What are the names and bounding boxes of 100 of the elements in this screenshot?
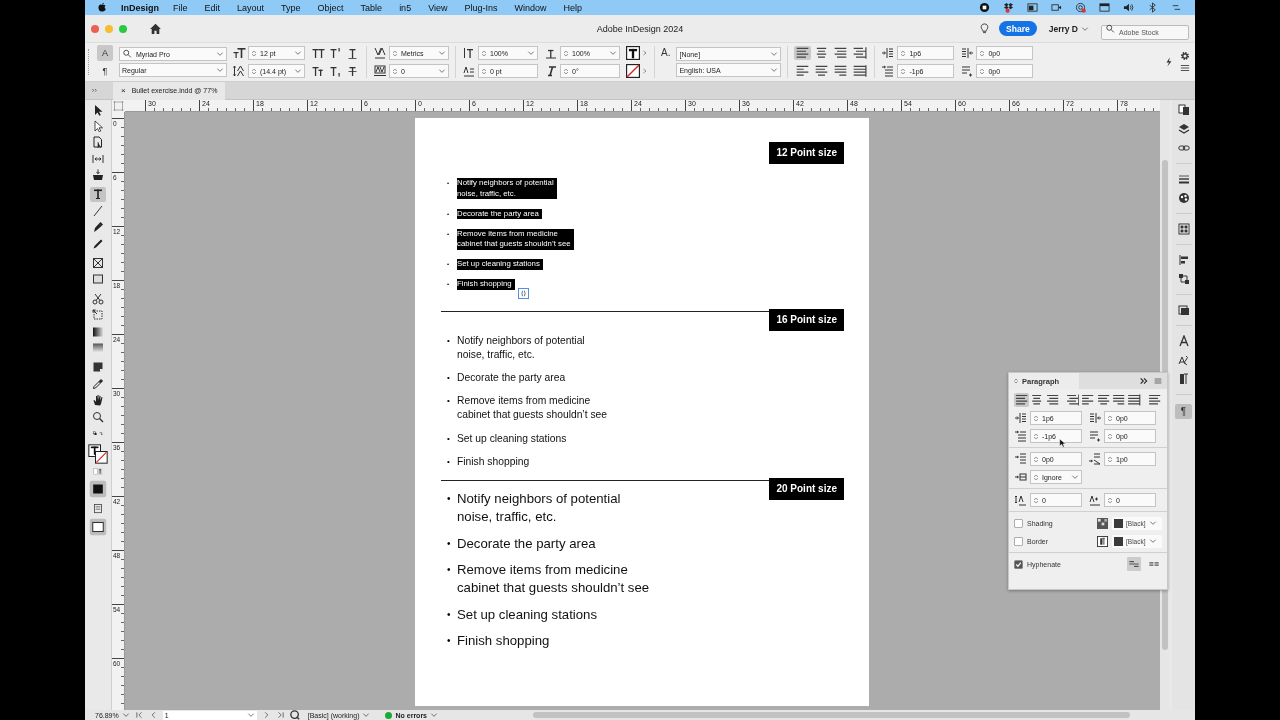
menu-item[interactable]: Plug-Ins [464,2,498,13]
pages-icon[interactable] [1177,104,1190,116]
bullet-item: Set up cleaning stations [457,431,567,446]
horizontal-scale-icon [544,47,558,59]
bullet: • [447,634,452,648]
align-left-icon[interactable] [794,46,812,60]
menu-item[interactable]: Window [514,2,547,13]
strikethrough-icon[interactable] [346,65,359,77]
all-caps-icon[interactable] [312,47,325,59]
tool-button[interactable] [90,255,106,271]
checkbox[interactable] [1014,518,1023,528]
hand-icon [92,394,104,407]
tool-button[interactable] [90,376,106,392]
text-fill-icon[interactable] [626,46,640,60]
fill-stroke-icon[interactable] [86,444,110,465]
app-menu[interactable]: InDesign [121,2,159,13]
paragraph-styles-icon[interactable] [1177,373,1190,385]
note-icon [92,361,104,374]
more-icon[interactable] [642,67,648,75]
logo-icon[interactable] [97,2,107,13]
pen-icon [92,221,104,234]
small-caps-icon[interactable] [312,65,325,77]
character-icon[interactable] [1177,335,1190,347]
checkbox[interactable] [1014,559,1023,569]
bullet: • [447,395,451,408]
menu-icon[interactable] [1180,63,1190,73]
first-page-icon[interactable] [134,711,144,719]
menu-item[interactable]: Table [360,2,383,13]
box-stack-icon[interactable] [1003,2,1014,13]
align-right-icon[interactable] [1044,393,1060,407]
lightbulb-icon[interactable] [979,22,991,35]
eyedropper-icon [92,377,104,390]
bullet: • [447,607,452,622]
menu-item[interactable]: in5 [399,2,412,13]
tool-button[interactable] [90,409,106,425]
window-icon[interactable] [1099,2,1110,13]
justify-all-icon[interactable] [851,64,869,78]
character-mode-button[interactable]: A [97,45,113,61]
record-icon[interactable] [979,2,990,13]
first-line-indent-icon [881,65,896,77]
ruler-corner-icon[interactable] [112,100,125,112]
align-away-icon[interactable] [1146,393,1162,407]
align-left-icon[interactable] [1014,393,1030,407]
stroke-icon[interactable] [1177,173,1190,185]
paragraph-panel-button[interactable]: ¶ [1175,404,1192,419]
shading-swatch-icon[interactable] [1097,517,1108,529]
cloud-icon[interactable] [1075,2,1086,13]
font-size-icon [233,47,246,59]
align-spine-icon[interactable] [1065,393,1081,407]
links-icon[interactable] [1177,142,1190,154]
volume-icon[interactable] [1123,2,1134,13]
user-menu[interactable]: Jerry D [1048,23,1089,34]
bluetooth-icon[interactable] [1147,2,1158,13]
border-swatch-icon[interactable] [1097,535,1108,547]
profile-icon[interactable] [289,710,300,720]
justify-left-icon[interactable] [1080,393,1096,407]
no-stroke-icon[interactable] [626,64,640,78]
checkbox[interactable] [1014,536,1023,546]
menu-item[interactable]: Edit [204,2,221,13]
character-styles-icon[interactable] [1177,354,1190,366]
menu-item[interactable]: Type [281,2,301,13]
tool-button[interactable] [90,167,106,183]
subscript-icon[interactable] [329,65,342,77]
size-heading: 16 Point size [769,308,844,331]
close-tab-button[interactable]: × [121,86,126,95]
justify-center-icon[interactable] [1095,393,1111,407]
tool-button[interactable] [90,291,106,307]
align-spine-icon[interactable] [851,46,869,60]
more-icon[interactable] [642,49,648,57]
zoom-icon [92,410,104,423]
space-after-icon [1088,453,1102,465]
align-objects-icon[interactable] [1177,254,1190,266]
menu-item[interactable]: Object [317,2,344,13]
collapse-icon[interactable] [1139,377,1149,385]
menu-item[interactable]: File [173,2,188,13]
close-button[interactable] [91,24,99,33]
justify-all-icon[interactable] [1126,393,1142,407]
gap-icon [92,152,104,165]
effects-icon[interactable] [1177,304,1190,316]
paragraph-mode-button[interactable]: ¶ [97,63,113,79]
camera-icon[interactable] [1051,2,1062,13]
settings-icon[interactable] [1180,51,1190,61]
swatches-icon[interactable] [1177,223,1190,235]
color-icon[interactable] [1177,192,1190,204]
layers-icon[interactable] [1177,123,1190,135]
menu-item[interactable]: View [428,2,448,13]
distribute-icon[interactable] [1177,273,1190,285]
superscript-icon[interactable] [329,47,342,59]
port-icon[interactable] [517,288,530,299]
home-icon[interactable] [149,22,162,35]
tool-button[interactable] [90,186,106,202]
single-line-composer-icon[interactable] [1126,557,1142,571]
tool-button[interactable] [90,271,106,287]
last-page-icon[interactable] [275,711,285,719]
justify-right-icon[interactable] [1110,393,1127,407]
scroll-thumb[interactable] [533,712,1130,718]
menu-item[interactable]: Help [563,2,583,13]
underline-icon[interactable] [346,47,359,59]
share-button[interactable]: Share [999,21,1037,36]
menu-item[interactable]: Layout [237,2,265,13]
